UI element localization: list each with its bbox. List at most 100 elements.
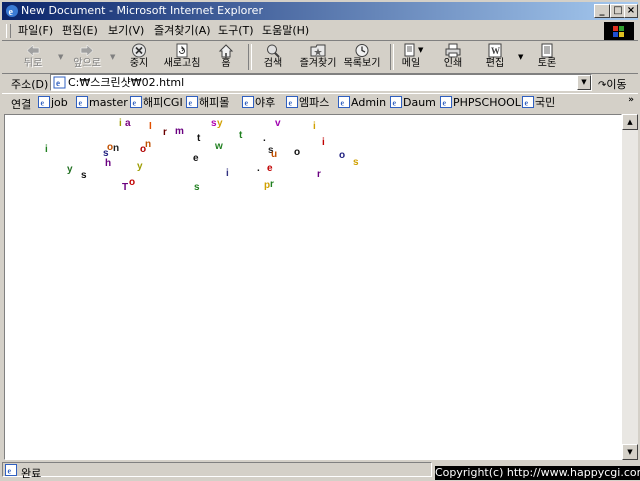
scroll-up-icon: ▲ [627, 118, 633, 126]
favorites-folder-icon [310, 44, 326, 57]
go-label: 이동 [606, 78, 627, 91]
link-yahoo[interactable]: e 야후 [242, 96, 275, 109]
forward-arrow-icon [80, 44, 94, 57]
animated-letter: i [313, 121, 316, 132]
link-job[interactable]: e job [38, 96, 68, 109]
print-button[interactable]: 인쇄 [440, 43, 466, 73]
edit-label: 편집 [485, 58, 505, 69]
status-page-icon: e [5, 464, 17, 476]
refresh-button[interactable]: 새로고침 [160, 43, 204, 73]
link-page-icon: e [440, 96, 452, 108]
svg-text:e: e [56, 78, 60, 88]
mail-dropdown-icon[interactable]: ▼ [418, 46, 423, 54]
link-page-icon: e [38, 96, 50, 108]
favorites-button[interactable]: 즐겨찾기 [296, 43, 340, 73]
status-main: e 완료 [2, 462, 432, 480]
menu-bar: 파일(F) 편집(E) 보기(V) 즐겨찾기(A) 도구(T) 도움말(H) [2, 22, 638, 41]
animated-letter: o [140, 144, 147, 155]
link-happymall[interactable]: e 해피몰 [186, 96, 229, 109]
edit-dropdown-icon[interactable]: ▼ [518, 53, 523, 61]
animated-letter: m [175, 126, 184, 137]
svg-text:e: e [8, 467, 12, 476]
link-master[interactable]: e master [76, 96, 128, 109]
address-bar: 주소(D) e C:₩스크린샷₩02.html ▼ ↷이동 [2, 73, 638, 94]
menu-tools[interactable]: 도구(T) [218, 24, 254, 38]
link-admin[interactable]: e Admin [338, 96, 386, 109]
link-daum[interactable]: e Daum [390, 96, 436, 109]
refresh-label: 새로고침 [163, 58, 201, 69]
link-label: 국민 [535, 96, 556, 109]
animated-letter: i [45, 144, 48, 155]
printer-icon [445, 43, 461, 58]
link-kookmin[interactable]: e 국민 [522, 96, 555, 109]
forward-dropdown-icon[interactable]: ▼ [110, 53, 115, 61]
more-links-chevron-icon[interactable]: » [628, 95, 634, 105]
animated-letter: I [149, 121, 152, 132]
history-button[interactable]: 목록보기 [342, 43, 382, 73]
search-icon [267, 44, 280, 58]
discuss-icon [541, 43, 553, 58]
links-bar: 연결 e job e master e 해피CGI e 해피몰 e 야후 e 엠파스 e Ad… [2, 93, 638, 112]
svg-text:e: e [133, 99, 137, 108]
discuss-button[interactable]: 토론 [534, 43, 560, 73]
animated-letter: o [339, 150, 346, 161]
animated-letter: t [239, 130, 243, 141]
menu-edit[interactable]: 편집(E) [62, 24, 98, 38]
home-button[interactable]: 홈 [214, 43, 238, 73]
browser-window: e New Document - Microsoft Internet Expl… [0, 0, 640, 480]
vertical-scrollbar[interactable]: ▲ ▼ [622, 114, 638, 460]
search-label: 검색 [263, 58, 283, 69]
stop-button[interactable]: 중지 [124, 43, 154, 73]
scroll-down-icon: ▼ [627, 448, 633, 456]
animated-letter: s [353, 157, 359, 168]
animated-letter: e [193, 153, 199, 164]
animated-letter: i [226, 168, 229, 179]
svg-text:e: e [443, 99, 447, 108]
edit-button[interactable]: W 편집 [482, 43, 508, 73]
scroll-up-button[interactable]: ▲ [622, 114, 638, 130]
menu-favorites[interactable]: 즐겨찾기(A) [154, 24, 211, 38]
status-text: 완료 [21, 467, 42, 480]
menu-help[interactable]: 도움말(H) [262, 24, 309, 38]
stop-label: 중지 [129, 58, 149, 69]
page-icon: e [53, 76, 66, 89]
go-button[interactable]: ↷이동 [598, 76, 627, 92]
link-happycgi[interactable]: e 해피CGI [130, 96, 183, 109]
home-label: 홈 [221, 58, 231, 69]
address-label: 주소(D) [11, 78, 49, 91]
copyright-banner: Copyright(c) http://www.happycgi.com [435, 466, 640, 480]
link-phpschool[interactable]: e PHPSCHOOL [440, 96, 521, 109]
address-dropdown-button[interactable]: ▼ [577, 75, 591, 90]
animated-letter: i [322, 137, 325, 148]
link-page-icon: e [390, 96, 402, 108]
link-empas[interactable]: e 엠파스 [286, 96, 329, 109]
minimize-button[interactable]: _ [594, 4, 610, 18]
link-label: master [89, 96, 128, 109]
back-dropdown-icon[interactable]: ▼ [58, 53, 63, 61]
title-bar[interactable]: e New Document - Microsoft Internet Expl… [2, 2, 638, 20]
animated-letter: y [67, 164, 73, 175]
menubar-grip[interactable] [6, 24, 11, 38]
back-button[interactable]: 뒤로 [16, 43, 50, 73]
animated-letter: y [137, 161, 143, 172]
mail-label: 메일 [401, 58, 421, 69]
chevron-down-icon: ▼ [581, 78, 587, 86]
address-input[interactable]: e C:₩스크린샷₩02.html ▼ [50, 74, 592, 91]
menu-file[interactable]: 파일(F) [18, 24, 53, 38]
close-icon: × [626, 5, 636, 16]
page-content[interactable]: iaIrmsyvitt.wniionsosuoosehyyi.ersoTspr [4, 114, 622, 460]
search-button[interactable]: 검색 [258, 43, 288, 73]
mail-icon [404, 43, 415, 57]
link-label: 엠파스 [299, 96, 330, 109]
address-value[interactable]: C:₩스크린샷₩02.html [68, 76, 184, 90]
maximize-icon: □ [613, 5, 623, 16]
menu-view[interactable]: 보기(V) [108, 24, 144, 38]
close-button[interactable]: × [624, 4, 638, 18]
scroll-down-button[interactable]: ▼ [622, 444, 638, 460]
animated-letter: i [119, 118, 122, 129]
animated-letter: e [267, 163, 273, 174]
animated-letter: . [257, 163, 260, 174]
discuss-label: 토론 [537, 58, 557, 69]
forward-button[interactable]: 앞으로 [70, 43, 104, 73]
animated-letter: r [270, 179, 274, 190]
